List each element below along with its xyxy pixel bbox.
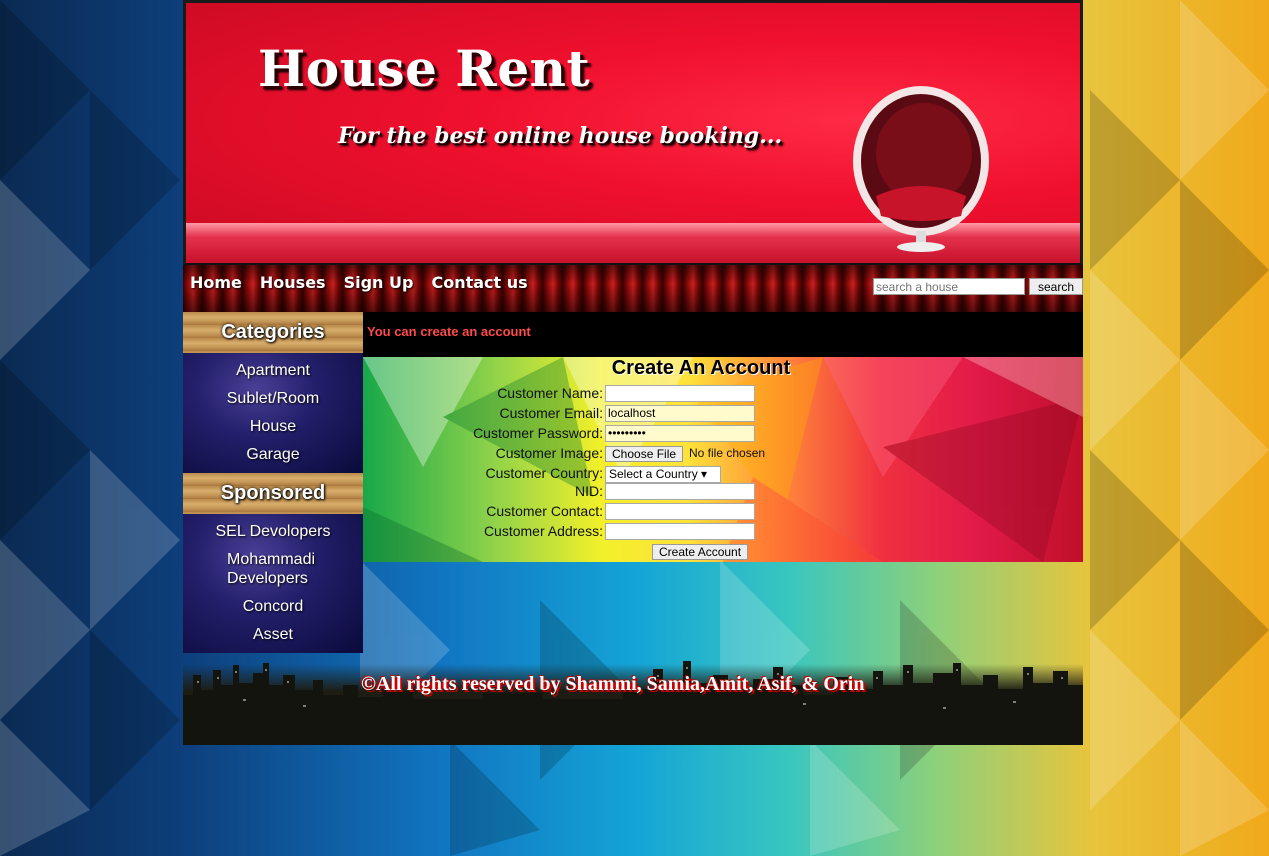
copyright-text: ©All rights reserved by Shammi, Samia,Am… bbox=[361, 673, 865, 695]
registration-panel: Create An Account Customer Name: Custome… bbox=[363, 357, 1083, 562]
image-label: Customer Image: bbox=[495, 445, 603, 461]
name-row: Customer Name: bbox=[363, 384, 1083, 404]
sponsor-sel-link[interactable]: SEL Devolopers bbox=[183, 518, 363, 546]
sponsored-heading: Sponsored bbox=[183, 473, 363, 514]
nid-row: NID: bbox=[363, 482, 1083, 502]
password-row: Customer Password: ••••••••• bbox=[363, 424, 1083, 444]
customer-contact-input[interactable] bbox=[605, 503, 755, 520]
nav-houses-link[interactable]: Houses bbox=[260, 273, 326, 292]
password-label: Customer Password: bbox=[473, 425, 603, 441]
name-label: Customer Name: bbox=[497, 385, 603, 401]
nav-bar: Home Houses Sign Up Contact us search bbox=[183, 265, 1084, 312]
site-title: House Rent bbox=[258, 39, 591, 98]
egg-chair-image bbox=[853, 86, 989, 252]
nav-contact-link[interactable]: Contact us bbox=[431, 273, 527, 292]
contact-label: Customer Contact: bbox=[486, 503, 603, 519]
country-select[interactable]: Select a Country ▾ bbox=[605, 466, 721, 483]
nav-home-link[interactable]: Home bbox=[190, 273, 242, 292]
email-label: Customer Email: bbox=[499, 405, 603, 421]
nid-input[interactable] bbox=[605, 483, 755, 500]
form-title: Create An Account bbox=[611, 357, 791, 379]
sponsor-asset-link[interactable]: Asset bbox=[183, 621, 363, 649]
file-status-text: No file chosen bbox=[689, 446, 766, 460]
search-input[interactable] bbox=[873, 278, 1025, 295]
image-row: Customer Image: Choose File No file chos… bbox=[363, 444, 1083, 464]
create-account-button[interactable]: Create Account bbox=[652, 544, 749, 560]
email-row: Customer Email: localhost bbox=[363, 404, 1083, 424]
choose-file-button[interactable]: Choose File bbox=[605, 446, 684, 462]
nid-label: NID: bbox=[575, 483, 603, 499]
customer-address-input[interactable] bbox=[605, 523, 755, 540]
categories-list: Apartment Sublet/Room House Garage bbox=[183, 353, 363, 473]
city-skyline-image bbox=[183, 661, 1083, 745]
site-tagline: For the best online house booking... bbox=[338, 123, 783, 149]
search-form: search bbox=[873, 278, 1084, 295]
nav-links: Home Houses Sign Up Contact us bbox=[190, 273, 528, 292]
category-garage-link[interactable]: Garage bbox=[183, 441, 363, 469]
address-row: Customer Address: bbox=[363, 522, 1083, 542]
country-label: Customer Country: bbox=[485, 465, 603, 481]
notice-text: You can create an account bbox=[367, 324, 531, 339]
header-banner: House Rent For the best online house boo… bbox=[183, 0, 1083, 265]
category-apartment-link[interactable]: Apartment bbox=[183, 357, 363, 385]
customer-email-input[interactable]: localhost bbox=[605, 405, 755, 422]
nav-signup-link[interactable]: Sign Up bbox=[344, 273, 414, 292]
contact-row: Customer Contact: bbox=[363, 502, 1083, 522]
address-label: Customer Address: bbox=[483, 523, 603, 539]
sponsor-concord-link[interactable]: Concord bbox=[183, 593, 363, 621]
categories-heading: Categories bbox=[183, 312, 363, 353]
search-button[interactable]: search bbox=[1029, 278, 1084, 295]
customer-password-input[interactable]: ••••••••• bbox=[605, 425, 755, 442]
category-house-link[interactable]: House bbox=[183, 413, 363, 441]
country-row: Customer Country: Select a Country ▾ bbox=[363, 464, 1083, 484]
notice-bar: You can create an account bbox=[363, 312, 1083, 357]
category-sublet-link[interactable]: Sublet/Room bbox=[183, 385, 363, 413]
sponsor-mohammadi-link[interactable]: Mohammadi Developers bbox=[183, 546, 363, 593]
sponsors-list: SEL Devolopers Mohammadi Developers Conc… bbox=[183, 514, 363, 653]
sidebar: Categories Apartment Sublet/Room House G… bbox=[183, 312, 363, 653]
customer-name-input[interactable] bbox=[605, 385, 755, 402]
footer: ©All rights reserved by Shammi, Samia,Am… bbox=[183, 655, 1083, 745]
